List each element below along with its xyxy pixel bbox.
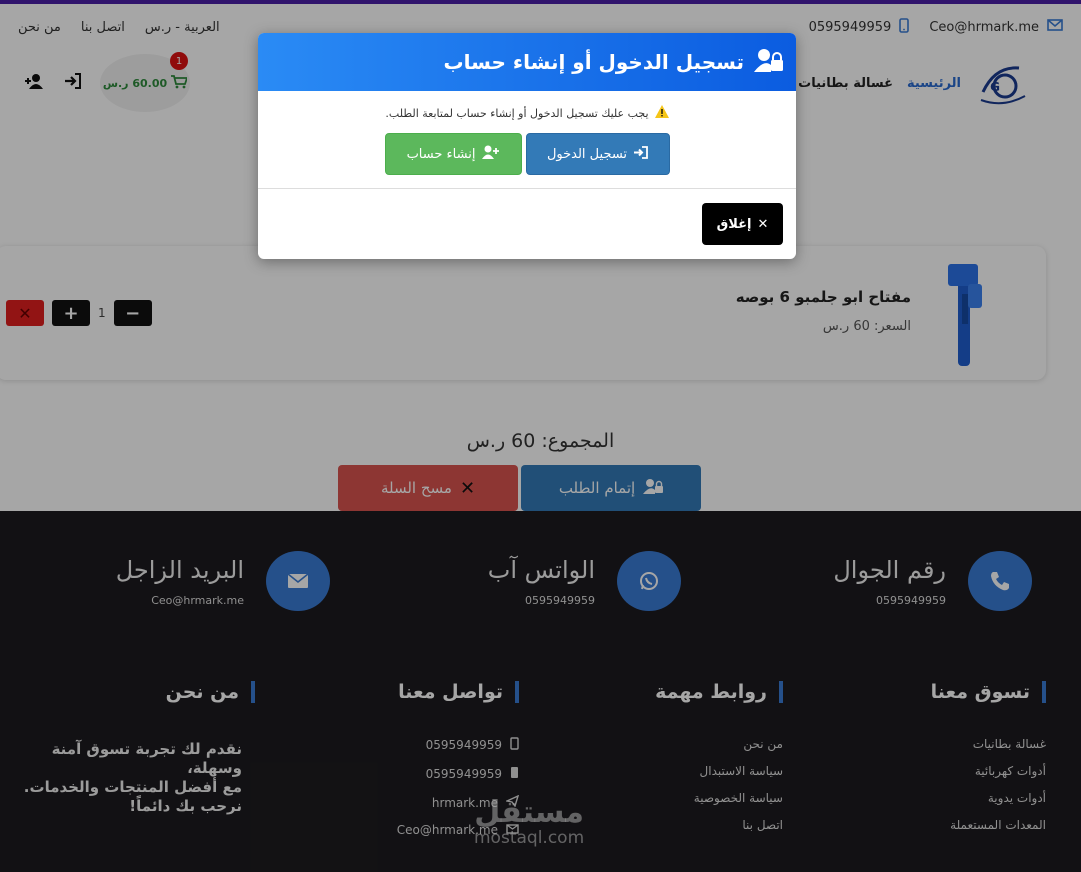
login-label: تسجيل الدخول bbox=[546, 146, 628, 162]
modal-body: يجب عليك تسجيل الدخول أو إنشاء حساب لمتا… bbox=[258, 91, 796, 189]
user-plus-icon bbox=[481, 145, 500, 163]
modal-buttons: تسجيل الدخول إنشاء حساب bbox=[258, 133, 796, 175]
modal-close-button[interactable]: ✕ إغلاق bbox=[702, 203, 783, 245]
modal-header: تسجيل الدخول أو إنشاء حساب bbox=[258, 33, 796, 91]
user-lock-icon bbox=[754, 48, 784, 77]
register-label: إنشاء حساب bbox=[406, 146, 476, 162]
login-modal: تسجيل الدخول أو إنشاء حساب يجب عليك تسجي… bbox=[258, 33, 796, 259]
modal-warning: يجب عليك تسجيل الدخول أو إنشاء حساب لمتا… bbox=[258, 105, 796, 121]
sign-in-icon bbox=[633, 145, 648, 163]
warning-icon bbox=[654, 105, 669, 121]
register-button[interactable]: إنشاء حساب bbox=[384, 133, 522, 175]
modal-warning-text: يجب عليك تسجيل الدخول أو إنشاء حساب لمتا… bbox=[385, 106, 649, 120]
close-icon: ✕ bbox=[757, 216, 769, 232]
modal-title: تسجيل الدخول أو إنشاء حساب bbox=[443, 50, 744, 74]
login-button[interactable]: تسجيل الدخول bbox=[525, 133, 670, 175]
modal-close-label: إغلاق bbox=[716, 216, 752, 232]
